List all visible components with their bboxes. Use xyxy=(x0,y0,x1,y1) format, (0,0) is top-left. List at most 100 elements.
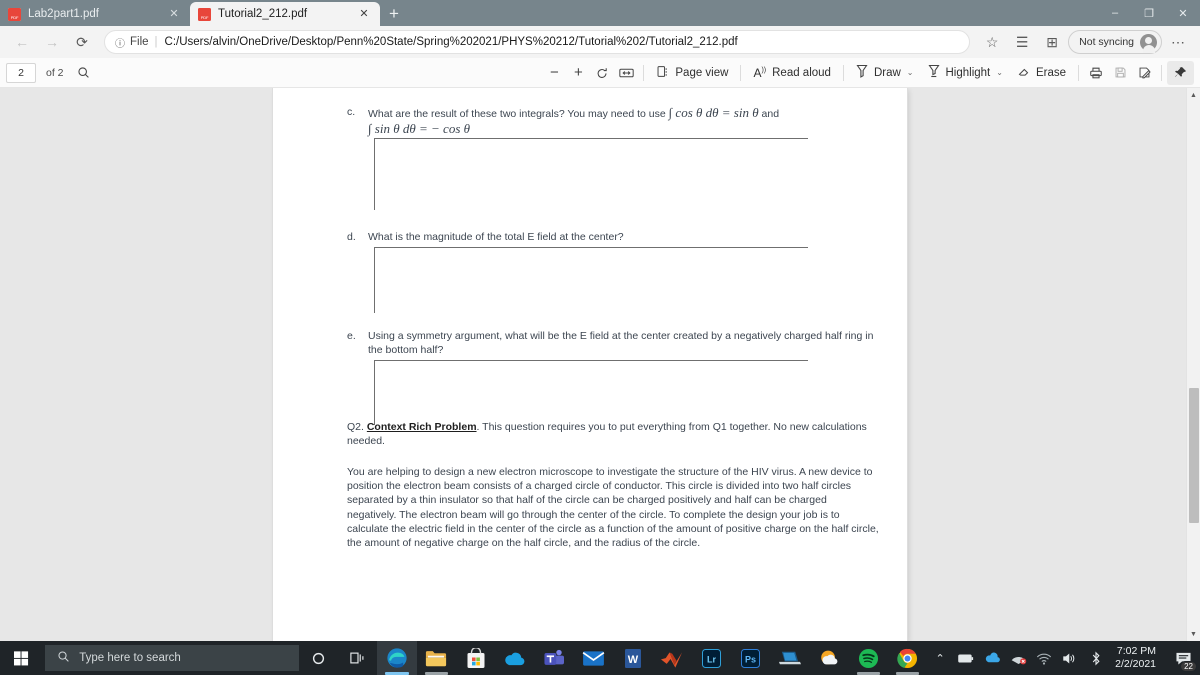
question-e: e. Using a symmetry argument, what will … xyxy=(347,330,879,357)
refresh-button[interactable]: ⟳ xyxy=(68,28,96,56)
chevron-down-icon[interactable]: ⌄ xyxy=(996,68,1003,77)
taskbar-app-onedrive[interactable] xyxy=(495,641,534,675)
close-icon[interactable]: ✕ xyxy=(166,6,182,22)
rotate-icon[interactable] xyxy=(590,61,614,85)
question-c-math-2: ∫ sin θ dθ = − cos θ xyxy=(368,120,471,136)
show-hidden-icons-button[interactable]: ⌃ xyxy=(927,641,953,675)
taskbar-app-weather[interactable] xyxy=(809,641,848,675)
settings-more-icon[interactable]: ⋯ xyxy=(1164,28,1192,56)
page-view-button[interactable]: Page view xyxy=(649,61,735,85)
erase-label: Erase xyxy=(1035,66,1066,79)
taskbar-app-microsoft-store[interactable] xyxy=(456,641,495,675)
question-d: d. What is the magnitude of the total E … xyxy=(347,231,879,245)
zoom-in-button[interactable]: + xyxy=(566,61,590,85)
page-number-input[interactable]: 2 xyxy=(6,62,36,83)
windows-logo-icon xyxy=(14,650,29,665)
question-c: c. What are the result of these two inte… xyxy=(347,106,879,137)
toolbar-divider xyxy=(1078,64,1079,81)
highlight-button[interactable]: Highlight ⌄ xyxy=(921,61,1010,85)
store-icon xyxy=(467,647,485,668)
answer-box-c[interactable] xyxy=(374,138,808,210)
notification-center-button[interactable]: 22 xyxy=(1166,641,1200,675)
zoom-out-button[interactable]: − xyxy=(542,61,566,85)
svg-text:W: W xyxy=(627,654,638,666)
save-icon[interactable] xyxy=(1108,61,1132,85)
lightroom-icon: Lr xyxy=(701,648,721,668)
fit-to-page-icon[interactable] xyxy=(614,61,638,85)
pin-toolbar-icon[interactable] xyxy=(1167,60,1194,85)
svg-text:Ps: Ps xyxy=(745,654,756,664)
weather-icon xyxy=(821,650,838,665)
extensions-icon[interactable]: ⊞ xyxy=(1038,28,1066,56)
vertical-scrollbar[interactable]: ▲ ▼ xyxy=(1186,88,1200,641)
pdf-viewer[interactable]: c. What are the result of these two inte… xyxy=(0,88,1200,641)
photoshop-icon: Ps xyxy=(740,648,760,668)
favorite-star-icon[interactable]: ☆ xyxy=(978,28,1006,56)
close-icon[interactable]: ✕ xyxy=(356,6,372,22)
volume-icon[interactable] xyxy=(1057,641,1083,675)
taskbar-app-matlab[interactable] xyxy=(652,641,691,675)
taskbar-app-adobe-photoshop[interactable]: Ps xyxy=(731,641,770,675)
read-aloud-icon: A)) xyxy=(753,65,767,80)
print-icon[interactable] xyxy=(1084,61,1108,85)
network-icon xyxy=(1011,656,1026,664)
start-button[interactable] xyxy=(0,641,43,675)
answer-box-d[interactable] xyxy=(374,247,808,313)
sync-status-label: Not syncing xyxy=(1079,36,1134,48)
profile-sync-button[interactable]: Not syncing xyxy=(1068,30,1162,54)
minimize-button[interactable]: – xyxy=(1098,0,1132,26)
system-tray: ⌃ 7:02 PM 2/2/2021 22 xyxy=(927,641,1200,675)
scroll-down-arrow[interactable]: ▼ xyxy=(1187,627,1200,641)
forward-button[interactable]: → xyxy=(38,28,66,56)
answer-box-e[interactable] xyxy=(374,360,808,425)
bluetooth-icon[interactable] xyxy=(1083,641,1109,675)
matlab-icon xyxy=(661,652,683,668)
network-alert-icon[interactable] xyxy=(1005,641,1031,675)
search-icon[interactable] xyxy=(72,61,96,85)
maximize-button[interactable]: ❐ xyxy=(1132,0,1166,26)
read-aloud-button[interactable]: A)) Read aloud xyxy=(746,61,838,85)
pen-icon xyxy=(856,64,868,81)
taskbar-app-remote-desktop[interactable] xyxy=(770,641,809,675)
browser-window: Lab2part1.pdf ✕ Tutorial2_212.pdf ✕ + – … xyxy=(0,0,1200,641)
clock[interactable]: 7:02 PM 2/2/2021 xyxy=(1109,641,1166,675)
eraser-icon xyxy=(1017,65,1030,81)
windows-taskbar: Type here to search W Lr Ps ⌃ 7:02 PM 2/… xyxy=(0,641,1200,675)
tab-lab2part1[interactable]: Lab2part1.pdf ✕ xyxy=(0,2,190,26)
scroll-up-arrow[interactable]: ▲ xyxy=(1187,88,1200,102)
tab-tutorial2-212[interactable]: Tutorial2_212.pdf ✕ xyxy=(190,2,380,26)
taskbar-app-adobe-lightroom[interactable]: Lr xyxy=(692,641,731,675)
erase-button[interactable]: Erase xyxy=(1010,61,1073,85)
task-view-button[interactable] xyxy=(338,641,377,675)
question-letter: e. xyxy=(347,330,356,342)
taskbar-search-input[interactable]: Type here to search xyxy=(45,645,299,671)
q2-prefix: Q2. xyxy=(347,421,367,433)
taskbar-app-mail[interactable] xyxy=(574,641,613,675)
page-total-label: of 2 xyxy=(46,66,64,79)
pdf-page: c. What are the result of these two inte… xyxy=(273,88,907,641)
address-url: C:/Users/alvin/OneDrive/Desktop/Penn%20S… xyxy=(164,36,738,48)
taskbar-app-google-chrome[interactable] xyxy=(888,641,927,675)
chevron-down-icon[interactable]: ⌄ xyxy=(907,68,914,77)
taskbar-app-spotify[interactable] xyxy=(849,641,888,675)
taskbar-app-file-explorer[interactable] xyxy=(417,641,456,675)
taskbar-app-microsoft-teams[interactable] xyxy=(534,641,573,675)
taskbar-app-microsoft-edge[interactable] xyxy=(377,641,417,675)
wifi-icon[interactable] xyxy=(1031,641,1057,675)
collections-icon[interactable]: ☰ xyxy=(1008,28,1036,56)
address-bar[interactable]: ⓘ File | C:/Users/alvin/OneDrive/Desktop… xyxy=(104,30,971,54)
onedrive-tray-icon[interactable] xyxy=(979,641,1005,675)
taskbar-app-microsoft-word[interactable]: W xyxy=(613,641,652,675)
back-button[interactable]: ← xyxy=(8,28,36,56)
draw-label: Draw xyxy=(873,66,901,79)
draw-button[interactable]: Draw ⌄ xyxy=(849,61,921,85)
spotify-icon xyxy=(858,648,878,668)
close-button[interactable]: ✕ xyxy=(1166,0,1200,26)
scrollbar-thumb[interactable] xyxy=(1189,388,1199,523)
save-as-icon[interactable] xyxy=(1132,61,1156,85)
mail-icon xyxy=(582,650,605,666)
cortana-button[interactable] xyxy=(299,641,338,675)
question-text: What are the result of these two integra… xyxy=(368,106,879,137)
battery-icon[interactable] xyxy=(953,641,979,675)
new-tab-button[interactable]: + xyxy=(380,2,408,26)
